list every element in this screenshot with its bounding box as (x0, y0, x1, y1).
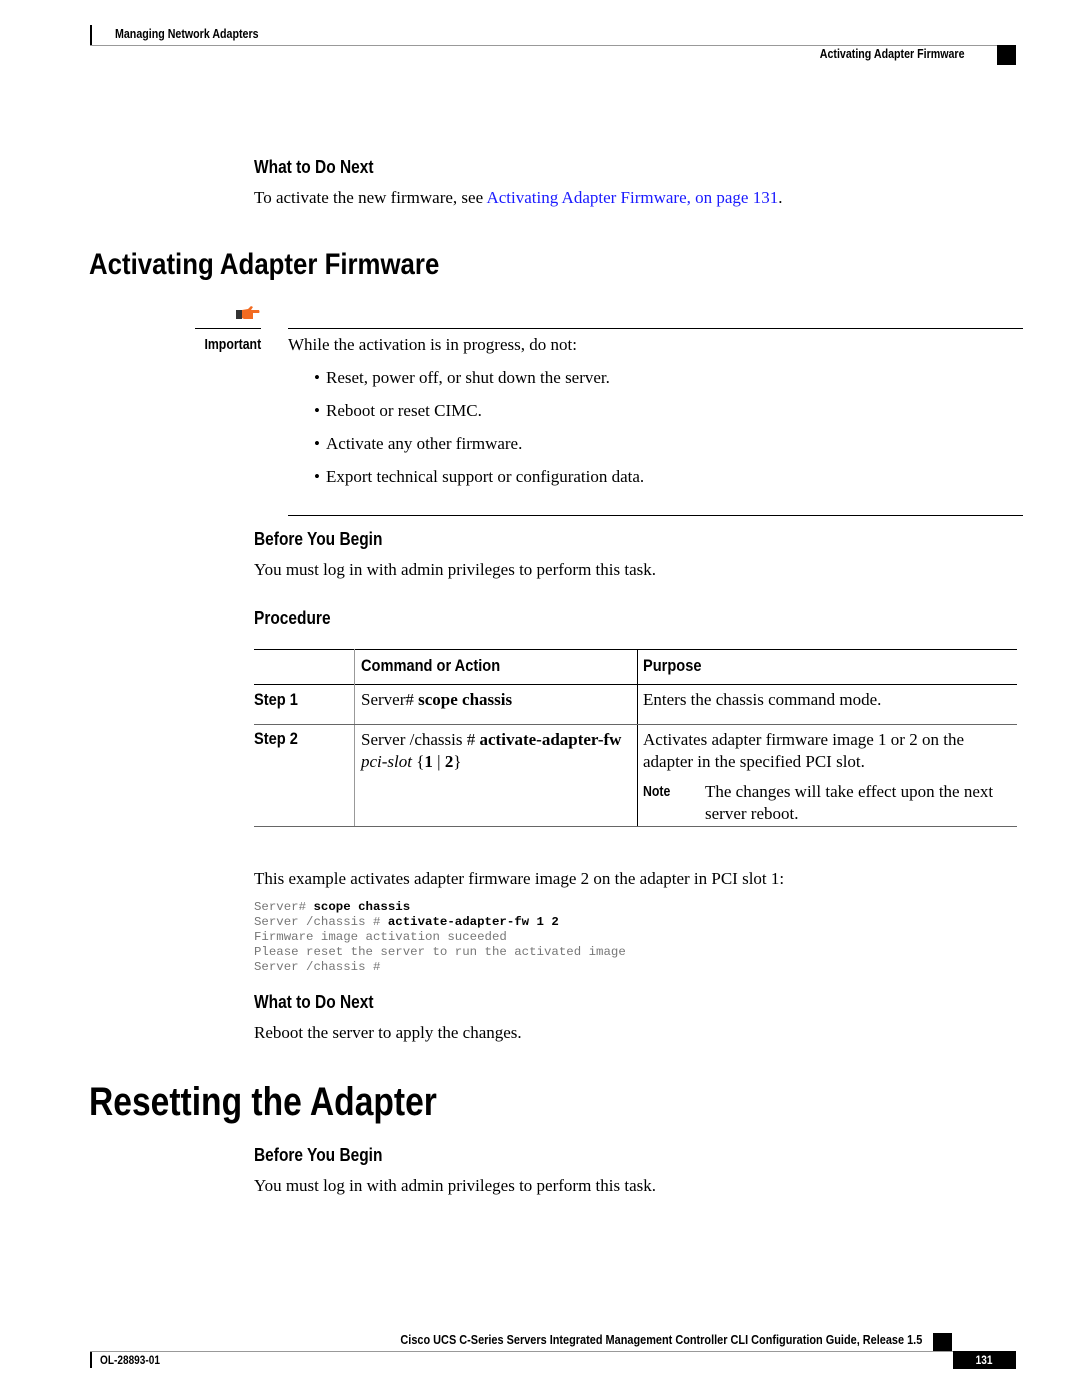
command-keyword: scope chassis (418, 690, 513, 709)
code-line: Server /chassis # (254, 960, 381, 974)
example-intro: This example activates adapter firmware … (254, 869, 785, 888)
what-next-heading-2: What to Do Next (254, 992, 374, 1012)
what-next-text: To activate the new firmware, see Activa… (254, 188, 782, 208)
important-label: Important (204, 336, 261, 353)
what-next-heading: What to Do Next (254, 157, 374, 177)
important-top-rule (288, 328, 1023, 329)
note-label: Note (643, 783, 671, 800)
bullet-item: • Reset, power off, or shut down the serv… (314, 368, 610, 387)
footer-page-number: 131 (953, 1351, 1016, 1369)
table-header-command: Command or Action (354, 649, 638, 685)
purpose-cell: Enters the chassis command mode. (637, 684, 1017, 725)
purpose-text: Activates adapter firmware image 1 or 2 … (643, 730, 964, 771)
bullet-item: • Activate any other firmware. (314, 434, 523, 453)
before-you-begin-text: You must log in with admin privileges to… (254, 560, 657, 579)
header-chapter-title: Managing Network Adapters (115, 26, 259, 41)
bullet-item: • Export technical support or configurati… (314, 467, 645, 486)
table-header-row: Command or Action Purpose (254, 649, 1017, 685)
purpose-cell: Activates adapter firmware image 1 or 2 … (637, 724, 1017, 827)
command-cell: Server /chassis # activate-adapter-fw pci… (354, 724, 638, 827)
code-line: Server# scope chassis (254, 900, 411, 914)
header-section-title: Activating Adapter Firmware (820, 46, 965, 61)
important-bottom-rule (288, 515, 1023, 516)
section-title-activating: Activating Adapter Firmware (89, 248, 440, 281)
footer-block (933, 1333, 952, 1351)
table-header-purpose: Purpose (643, 656, 702, 675)
before-you-begin-text-2: You must log in with admin privileges to… (254, 1176, 657, 1195)
header-block (997, 45, 1016, 65)
code-line: Server /chassis # activate-adapter-fw 1 … (254, 915, 559, 929)
code-line: Firmware image activation suceeded (254, 930, 507, 944)
table-header-step (254, 649, 355, 685)
activating-firmware-link[interactable]: Activating Adapter Firmware, on page 131 (486, 188, 778, 207)
procedure-heading: Procedure (254, 608, 331, 628)
code-line: Please reset the server to run the activ… (254, 945, 626, 959)
header-bar (90, 25, 92, 45)
step-cell: Step 2 (254, 724, 355, 827)
footer-divider (90, 1351, 1016, 1352)
cli-example-code: Server# scope chassis Server /chassis # … (254, 900, 626, 975)
what-next-text-2: Reboot the server to apply the changes. (254, 1023, 522, 1042)
what-next-text-prefix: To activate the new firmware, see (254, 188, 487, 207)
before-you-begin-heading-2: Before You Begin (254, 1145, 383, 1165)
footer-guide-title: Cisco UCS C-Series Servers Integrated Ma… (400, 1332, 922, 1347)
important-intro: While the activation is in progress, do … (288, 335, 577, 354)
step-cell: Step 1 (254, 684, 355, 725)
what-next-text-end: . (778, 188, 783, 207)
command-cell: Server# scope chassis (354, 684, 638, 725)
important-bullet-list: • Reset, power off, or shut down the serv… (314, 366, 644, 498)
section-title-resetting: Resetting the Adapter (89, 1080, 437, 1124)
note-text: The changes will take effect upon the ne… (705, 782, 994, 823)
command-argument: pci-slot (361, 752, 412, 771)
pointing-hand-icon (236, 306, 260, 319)
note-label-wrap: Note (643, 781, 705, 825)
table-row: Step 1 Server# scope chassis Enters the … (254, 684, 1017, 725)
important-left-rule (195, 328, 261, 329)
footer-doc-number: OL-28893-01 (100, 1353, 160, 1367)
before-you-begin-heading: Before You Begin (254, 529, 383, 549)
command-keyword: activate-adapter-fw (479, 730, 622, 749)
bullet-item: • Reboot or reset CIMC. (314, 401, 482, 420)
table-row: Step 2 Server /chassis # activate-adapte… (254, 724, 1017, 827)
procedure-table: Command or Action Purpose Step 1 Server#… (254, 649, 1017, 827)
footer-bar (90, 1352, 92, 1368)
note: Note The changes will take effect upon t… (643, 781, 1017, 825)
